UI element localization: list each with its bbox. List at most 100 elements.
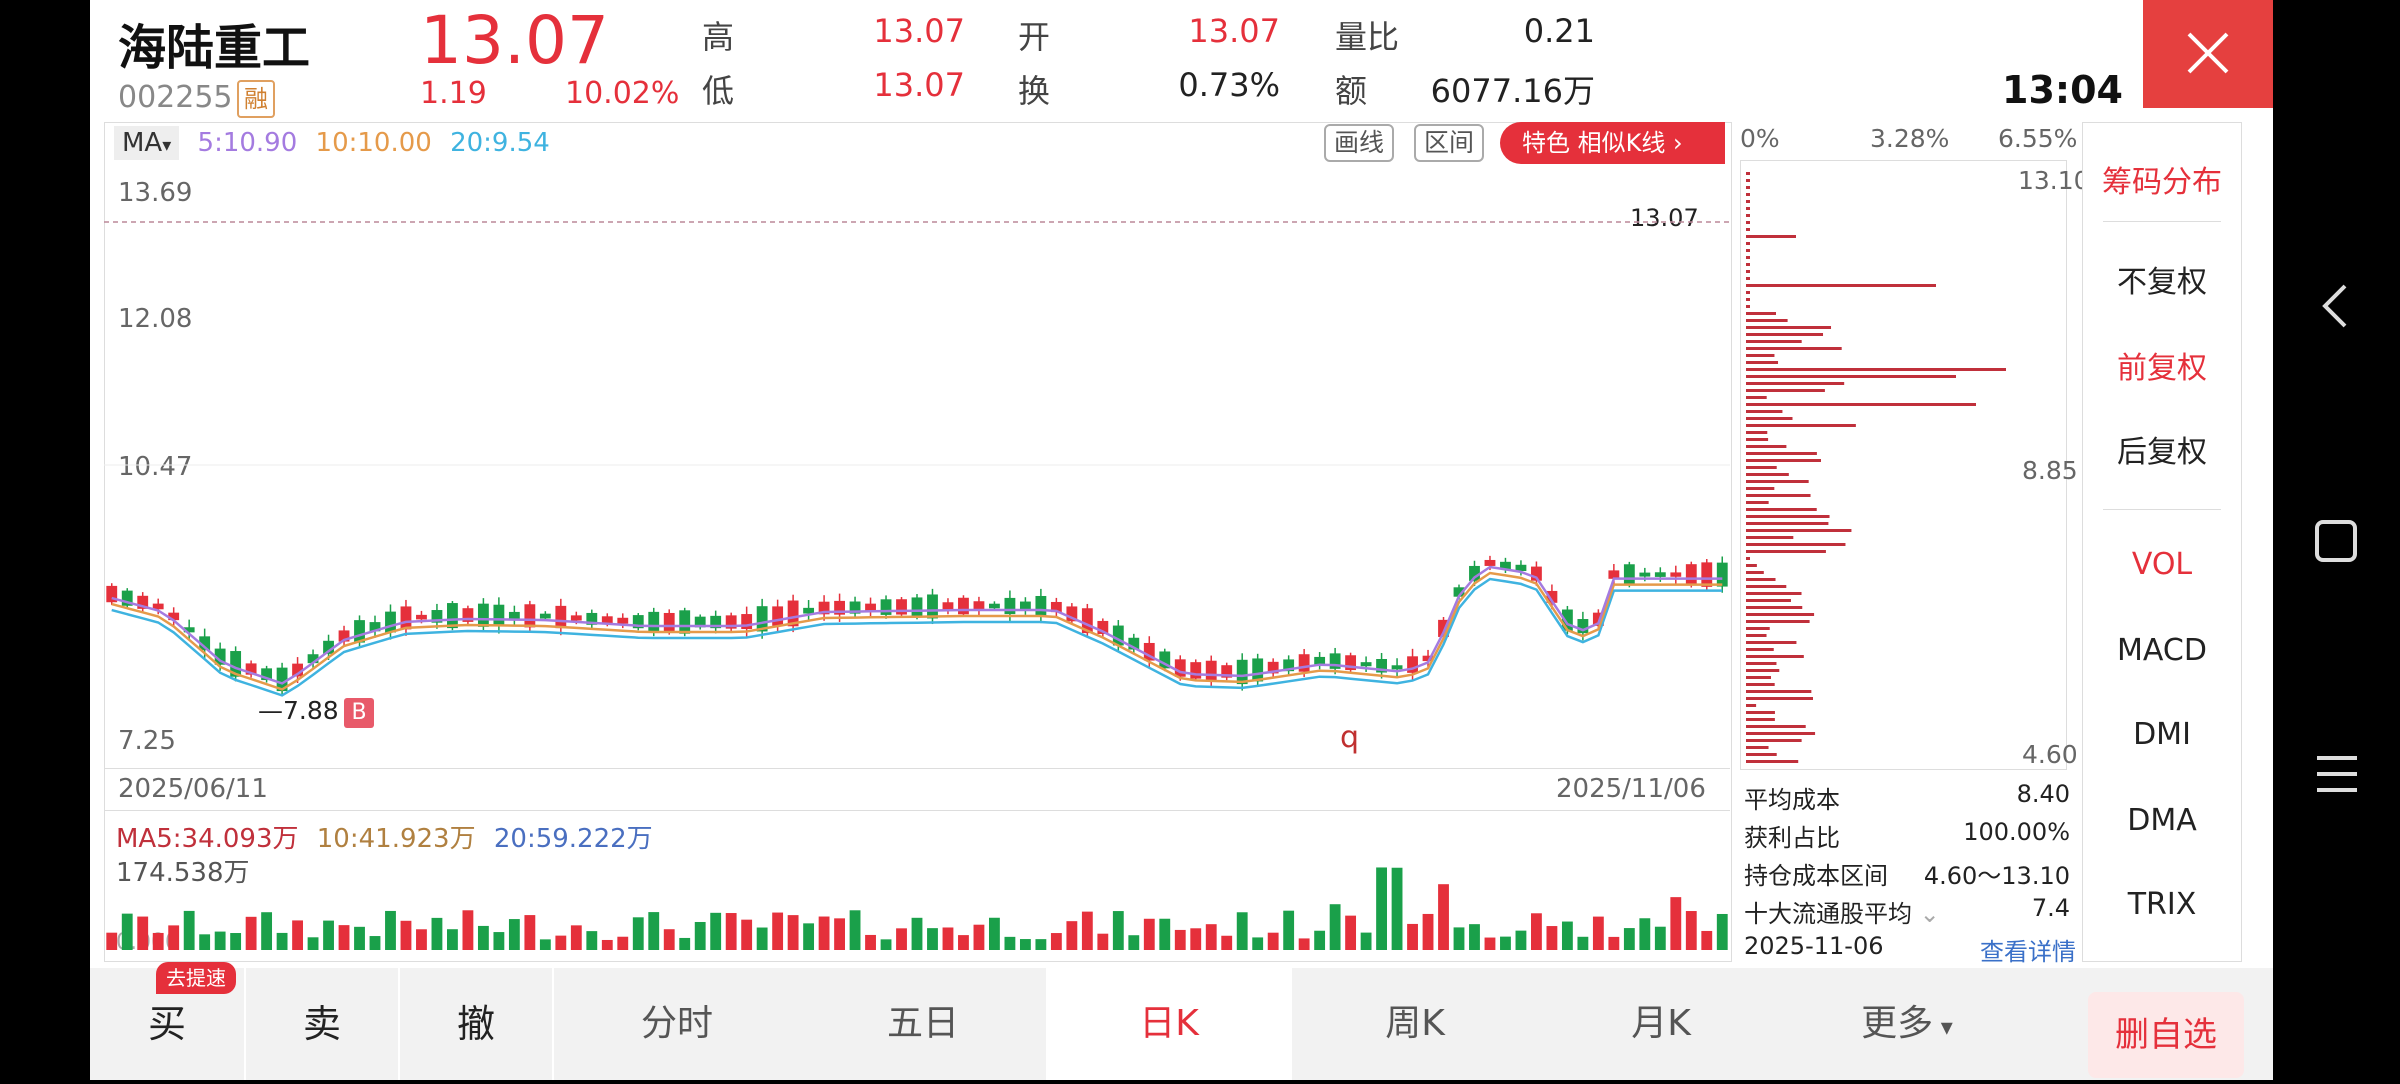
volume-bars-group [106,867,1728,950]
candle-body [1701,562,1713,587]
chip-bar [1746,662,1777,665]
chip-bar [1746,711,1775,714]
candle-body [1685,564,1697,586]
chip-pct-axis: 0% 3.28% 6.55% [1740,124,2080,153]
tab-weekly-k[interactable]: 周K [1292,968,1538,1080]
chip-bar [1746,249,1750,252]
volume-bar [1500,936,1511,950]
candle-body [1298,654,1310,672]
sell-button[interactable]: 卖 [246,968,398,1080]
chip-distribution-tab[interactable]: 筹码分布 [2083,157,2241,201]
trix-indicator[interactable]: TRIX [2083,887,2241,922]
backward-adjust-option[interactable]: 后复权 [2083,427,2241,471]
app-window: 海陆重工 002255 融 13.07 1.19 10.02% 高 13.07 … [90,0,2273,1080]
volume-bar [1716,913,1728,950]
chip-bar [1746,193,1750,196]
chip-date: 2025-11-06 [1744,932,1884,960]
candle-body [1004,597,1016,615]
chip-pct-0: 0% [1740,124,1780,153]
no-adjust-option[interactable]: 不复权 [2083,257,2241,301]
speedup-badge[interactable]: 去提速 [156,962,236,994]
candle-body [927,594,938,619]
price-change-pct: 10.02% [565,76,680,111]
chip-bar [1746,697,1813,700]
chip-bar [1746,676,1771,679]
volume-bar [1298,938,1310,950]
volume-bar [1159,918,1171,950]
tab-intraday[interactable]: 分时 [554,968,800,1080]
volume-bar [1670,897,1682,950]
similar-kline-button[interactable]: 特色 相似K线 › [1500,122,1725,164]
kline-candles [104,221,1730,697]
chip-bar [1746,452,1817,455]
volume-bar [1639,918,1651,950]
vol-indicator[interactable]: VOL [2083,547,2241,582]
chevron-down-icon: ⌄ [1912,900,1940,928]
dmi-indicator[interactable]: DMI [2083,717,2241,752]
volume-bar [1329,904,1341,950]
volume-bar [911,917,923,950]
caret-down-icon: ▾ [162,135,172,156]
remove-watchlist-button[interactable]: 删自选 [2088,992,2244,1078]
system-nav-bar [2273,0,2400,1080]
chip-bar [1746,536,1794,539]
chip-bar [1746,690,1812,693]
volume-bar [1112,911,1124,950]
chip-bar [1746,578,1776,581]
macd-indicator[interactable]: MACD [2083,633,2241,668]
home-icon[interactable] [2315,520,2357,562]
ma-selector[interactable]: MA▾ [114,126,180,160]
volume-bar [803,923,815,950]
tab-more[interactable]: 更多 ▾ [1784,968,2030,1080]
candle-body [1190,662,1202,679]
chip-bar [1746,753,1777,756]
chip-bar [1746,466,1777,469]
volume-bar [1592,916,1604,950]
draw-line-button[interactable]: 画线 [1324,124,1395,162]
current-price: 13.07 [420,2,609,79]
volume-bar [493,932,505,950]
chip-bar [1746,571,1764,574]
chip-bar [1746,718,1775,721]
volume-bar [679,937,691,950]
volume-bar [880,939,892,950]
back-icon[interactable] [2322,284,2347,328]
candle-body [524,604,536,628]
cancel-order-button[interactable]: 撤 [400,968,552,1080]
nav-icons [2315,284,2357,792]
quote-value-high: 13.07 [873,12,965,50]
candle-body [416,614,427,620]
tab-daily-k[interactable]: 日K [1046,968,1292,1080]
chip-bar [1746,431,1768,434]
quote-label-low: 低 [702,72,735,110]
volume-bar [539,939,551,950]
ma5-value: 5:10.90 [197,128,298,158]
quote-value-volratio: 0.21 [1523,12,1595,50]
volume-bar [1345,915,1357,950]
candle-body [1484,559,1496,566]
candle-body [385,611,396,633]
chip-bar [1746,221,1750,224]
chip-bars-group [1746,172,2006,763]
volume-bar [276,932,288,950]
volume-bar [1623,928,1635,950]
volume-bar [1391,867,1403,950]
tab-monthly-k[interactable]: 月K [1538,968,1784,1080]
stock-code: 002255 [118,80,233,115]
chip-bar [1746,683,1775,686]
dma-indicator[interactable]: DMA [2083,803,2241,838]
quote-label-turnover: 换 [1018,72,1051,110]
volume-bar [1531,913,1542,950]
close-button[interactable] [2143,0,2273,108]
tab-five-day[interactable]: 五日 [800,968,1046,1080]
range-button[interactable]: 区间 [1414,124,1485,162]
menu-icon[interactable] [2317,756,2357,792]
view-detail-link[interactable]: 查看详情 [1980,932,2076,967]
chip-bars [1746,172,2006,763]
divider [2103,221,2221,222]
candle-body [477,603,489,627]
chip-bar [1746,501,1769,504]
candle-body [539,613,551,619]
margin-badge: 融 [237,80,275,118]
forward-adjust-option[interactable]: 前复权 [2083,343,2241,387]
